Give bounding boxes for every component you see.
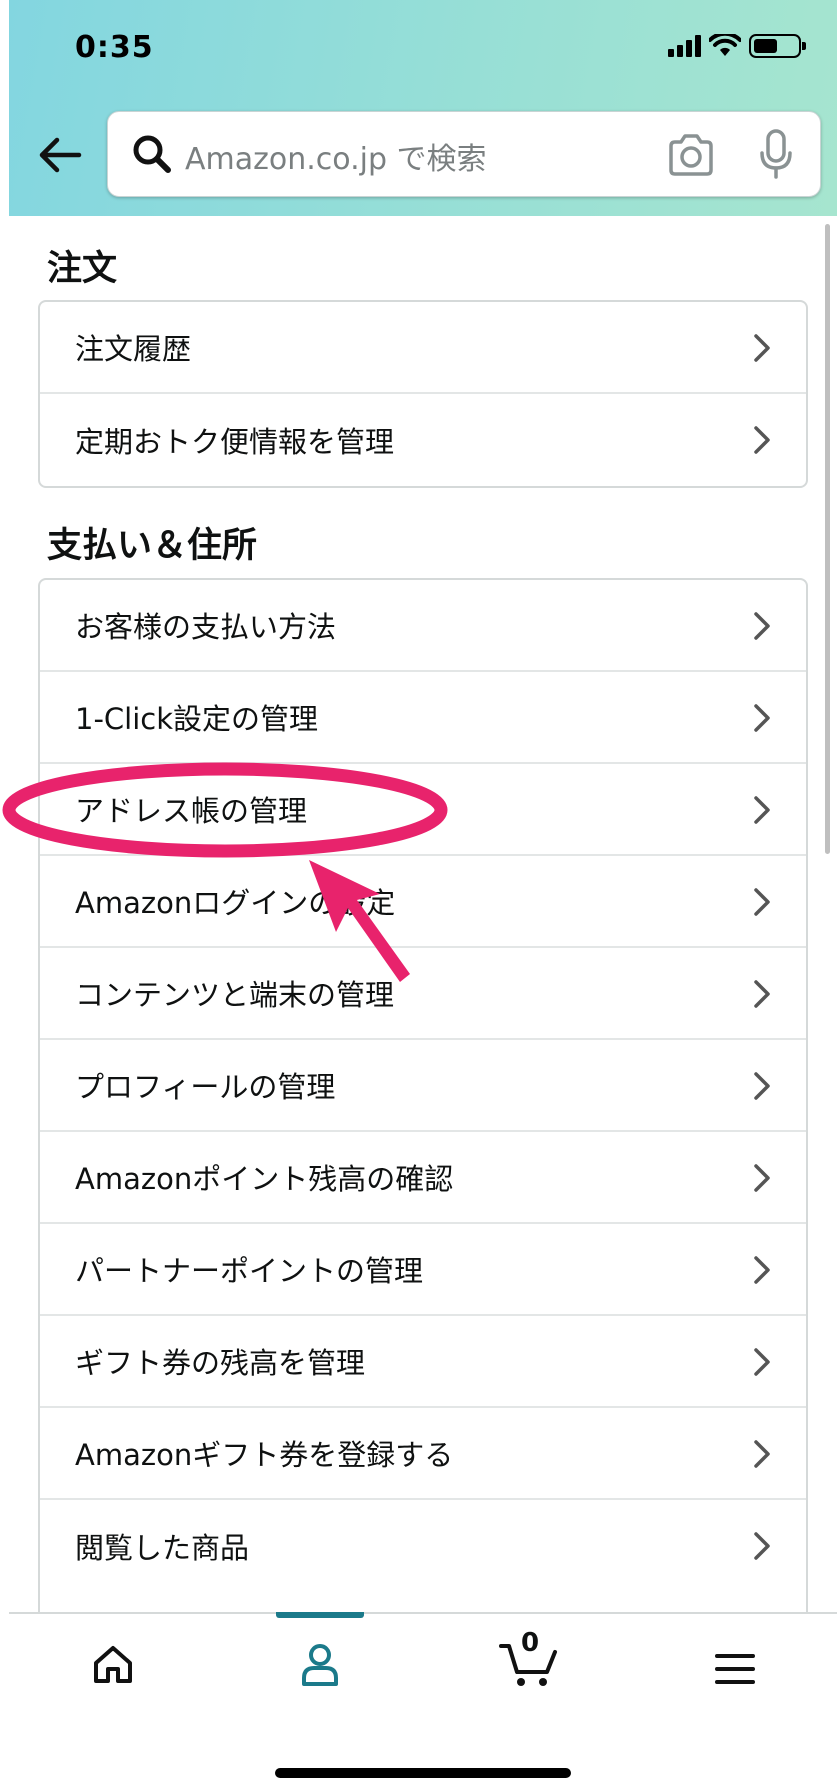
section-title-orders: 注文 — [47, 249, 118, 289]
chevron-right-icon — [754, 612, 770, 640]
menu-item-label: パートナーポイントの管理 — [75, 1254, 424, 1288]
menu-item-label: Amazonポイント残高の確認 — [75, 1162, 454, 1196]
chevron-right-icon — [754, 1348, 770, 1376]
status-icons — [668, 34, 806, 58]
menu-item-label: コンテンツと端末の管理 — [75, 978, 395, 1012]
microphone-icon[interactable] — [758, 128, 794, 180]
bottom-nav: 0 — [9, 1612, 837, 1722]
menu-item-label: Amazonギフト券を登録する — [75, 1438, 454, 1472]
search-icon — [133, 135, 171, 173]
menu-item-label: アドレス帳の管理 — [75, 794, 308, 828]
menu-item-label: 注文履歴 — [75, 332, 192, 366]
chevron-right-icon — [754, 1072, 770, 1100]
scrollbar[interactable] — [825, 224, 830, 854]
chevron-right-icon — [754, 1256, 770, 1284]
back-arrow-icon[interactable] — [35, 130, 85, 180]
chevron-right-icon — [754, 980, 770, 1008]
section-title-payment-address: 支払い＆住所 — [47, 526, 258, 566]
menu-item-label: 1-Click設定の管理 — [75, 702, 319, 736]
menu-item-one-click[interactable]: 1-Click設定の管理 — [40, 672, 806, 764]
chevron-right-icon — [754, 1532, 770, 1560]
menu-item-points-balance[interactable]: Amazonポイント残高の確認 — [40, 1132, 806, 1224]
app-header: 0:35 Amazon.co.jp で検索 — [9, 0, 837, 216]
menu-item-content-devices[interactable]: コンテンツと端末の管理 — [40, 948, 806, 1040]
status-time: 0:35 — [75, 30, 154, 65]
chevron-right-icon — [754, 334, 770, 362]
menu-item-payment-methods[interactable]: お客様の支払い方法 — [40, 580, 806, 672]
chevron-right-icon — [754, 704, 770, 732]
active-tab-indicator — [276, 1612, 364, 1618]
menu-item-order-history[interactable]: 注文履歴 — [40, 302, 806, 394]
chevron-right-icon — [754, 1164, 770, 1192]
camera-icon[interactable] — [666, 132, 716, 178]
search-input[interactable]: Amazon.co.jp で検索 — [185, 134, 487, 178]
cellular-signal-icon — [668, 35, 701, 57]
chevron-right-icon — [754, 796, 770, 824]
account-icon[interactable] — [300, 1642, 340, 1688]
menu-item-label: 定期おトク便情報を管理 — [75, 425, 395, 459]
menu-item-login-settings[interactable]: Amazonログインの設定 — [40, 856, 806, 948]
home-indicator — [275, 1768, 571, 1778]
menu-item-label: プロフィールの管理 — [75, 1070, 336, 1104]
orders-card: 注文履歴 定期おトク便情報を管理 — [38, 300, 808, 488]
chevron-right-icon — [754, 888, 770, 916]
menu-item-label: ギフト券の残高を管理 — [75, 1346, 366, 1380]
menu-item-profile[interactable]: プロフィールの管理 — [40, 1040, 806, 1132]
menu-item-label: お客様の支払い方法 — [75, 610, 337, 644]
menu-item-label: Amazonログインの設定 — [75, 886, 396, 920]
cart-button[interactable]: 0 — [499, 1628, 561, 1688]
menu-item-gift-card-balance[interactable]: ギフト券の残高を管理 — [40, 1316, 806, 1408]
menu-item-partner-points[interactable]: パートナーポイントの管理 — [40, 1224, 806, 1316]
menu-item-address-book[interactable]: アドレス帳の管理 — [40, 764, 806, 856]
wifi-icon — [709, 34, 741, 56]
chevron-right-icon — [754, 1440, 770, 1468]
search-bar[interactable]: Amazon.co.jp で検索 — [107, 111, 821, 197]
cart-count: 0 — [520, 1628, 540, 1658]
home-icon[interactable] — [91, 1642, 135, 1686]
menu-item-redeem-gift-card[interactable]: Amazonギフト券を登録する — [40, 1408, 806, 1500]
payment-address-card: お客様の支払い方法 1-Click設定の管理 アドレス帳の管理 Amazonログ… — [38, 578, 808, 1618]
battery-icon — [749, 34, 806, 58]
menu-item-subscribe-save[interactable]: 定期おトク便情報を管理 — [40, 394, 806, 486]
menu-item-browsing-history[interactable]: 閲覧した商品 — [40, 1500, 806, 1592]
menu-icon[interactable] — [715, 1652, 755, 1686]
menu-item-label: 閲覧した商品 — [75, 1531, 250, 1565]
chevron-right-icon — [754, 426, 770, 454]
